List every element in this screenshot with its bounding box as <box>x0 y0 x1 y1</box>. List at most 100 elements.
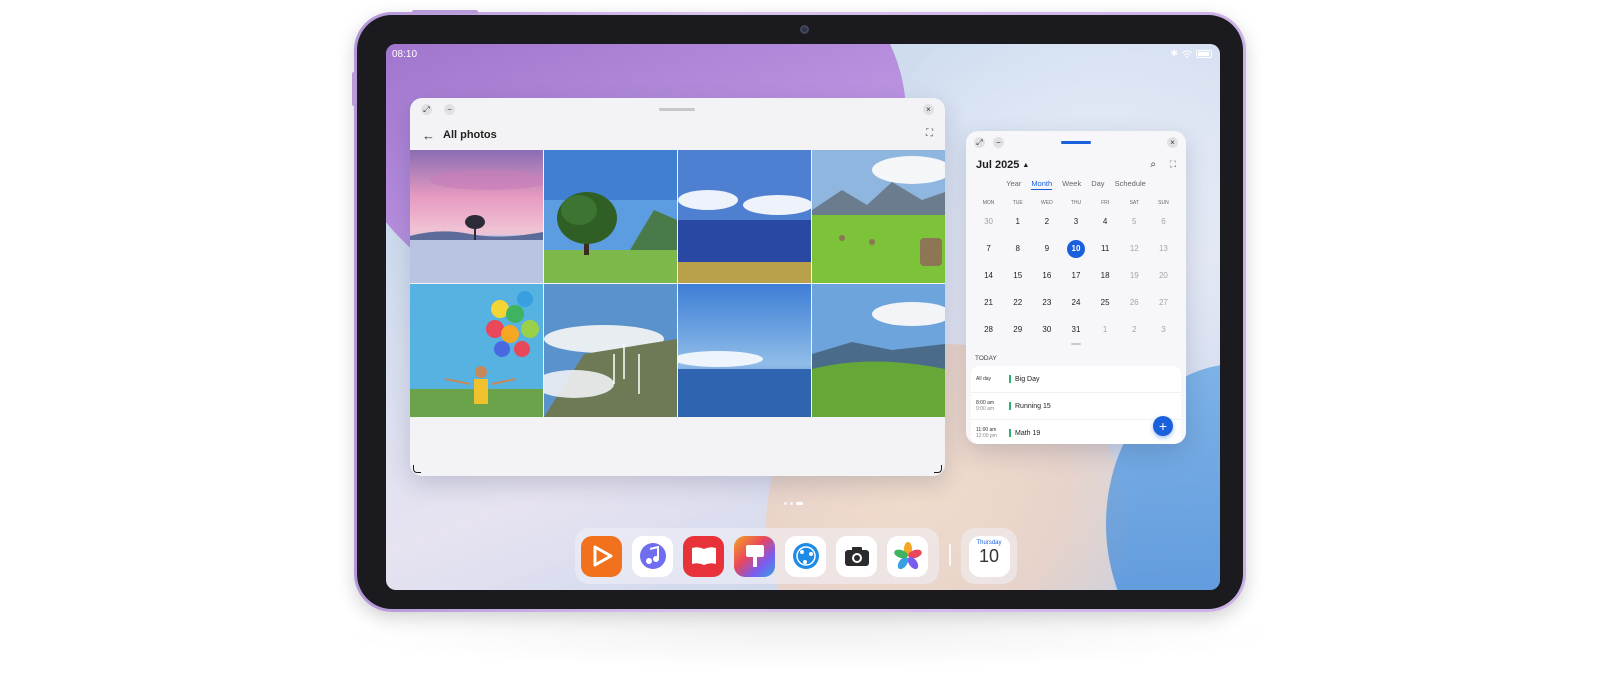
day-cell[interactable]: 22 <box>1003 293 1032 313</box>
event-list: All day Big Day 8:00 am 9:00 am Running 15 11… <box>971 366 1181 444</box>
float-window-icon[interactable]: ⤢ <box>974 137 985 148</box>
day-cell[interactable]: 14 <box>974 266 1003 286</box>
bluetooth-icon: ✱ <box>1170 48 1178 58</box>
tablet-device: 08:10 ✱ ⤢ − × ← All photos ⛶ ⤢ − × Jul 2… <box>352 10 1246 612</box>
photo-sea-and-clouds[interactable] <box>678 150 811 283</box>
photo-ocean-horizon[interactable] <box>678 284 811 417</box>
drag-handle[interactable] <box>1061 141 1091 144</box>
window-title-bar[interactable]: ⤢ − × <box>410 98 945 120</box>
day-cell[interactable]: 29 <box>1003 320 1032 340</box>
day-cell[interactable]: 1 <box>1003 212 1032 232</box>
day-cell[interactable]: 30 <box>974 212 1003 232</box>
day-cell[interactable]: 28 <box>974 320 1003 340</box>
day-cell[interactable]: 25 <box>1091 293 1120 313</box>
day-cell[interactable]: 8 <box>1003 239 1032 259</box>
photo-grid <box>410 150 945 417</box>
gallery-app-icon[interactable] <box>887 535 928 577</box>
float-window-icon[interactable]: ⤢ <box>421 104 432 115</box>
day-cell[interactable]: 24 <box>1061 293 1090 313</box>
fullscreen-icon[interactable]: ⛶ <box>1170 159 1176 170</box>
day-cell[interactable]: 21 <box>974 293 1003 313</box>
caret-up-icon[interactable]: ▲ <box>1022 162 1029 169</box>
tab-day[interactable]: Day <box>1091 179 1104 190</box>
event-title: Running 15 <box>1015 402 1051 410</box>
event-time: All day <box>976 376 992 382</box>
search-icon[interactable]: ⌕ <box>1150 159 1156 170</box>
day-cell[interactable]: 9 <box>1032 239 1061 259</box>
fullscreen-icon[interactable]: ⛶ <box>926 128 933 139</box>
tab-schedule[interactable]: Schedule <box>1115 179 1146 190</box>
day-cell[interactable]: 16 <box>1032 266 1061 286</box>
photo-girl-with-balloons[interactable] <box>410 284 543 417</box>
day-cell[interactable]: 17 <box>1061 266 1090 286</box>
day-cell[interactable]: 5 <box>1120 212 1149 232</box>
event-item[interactable]: All day Big Day <box>971 366 1181 393</box>
tab-year[interactable]: Year <box>1006 179 1021 190</box>
camera-app-icon[interactable] <box>836 535 877 577</box>
bezel: 08:10 ✱ ⤢ − × ← All photos ⛶ ⤢ − × Jul 2… <box>357 15 1243 609</box>
add-event-button[interactable]: + <box>1153 416 1173 436</box>
home-screen: 08:10 ✱ ⤢ − × ← All photos ⛶ ⤢ − × Jul 2… <box>386 44 1220 590</box>
day-cell[interactable]: 3 <box>1149 320 1178 340</box>
day-cell[interactable]: 4 <box>1091 212 1120 232</box>
photo-wind-turbines-clouds[interactable] <box>544 284 677 417</box>
minimize-icon[interactable]: − <box>993 137 1004 148</box>
day-cell[interactable]: 6 <box>1149 212 1178 232</box>
window-title-bar[interactable]: ⤢ − × <box>966 131 1186 153</box>
tab-month[interactable]: Month <box>1031 179 1053 190</box>
back-arrow-icon[interactable]: ← <box>422 128 435 143</box>
photos-header: ← All photos ⛶ <box>410 120 945 150</box>
page-title: All photos <box>443 129 497 141</box>
power-button <box>352 72 356 106</box>
resize-handle-left[interactable] <box>413 465 421 473</box>
day-cell[interactable]: 2 <box>1120 320 1149 340</box>
calendar-app-icon[interactable]: Thursday 10 <box>968 535 1010 577</box>
product-stage: 08:10 ✱ ⤢ − × ← All photos ⛶ ⤢ − × Jul 2… <box>0 0 1600 682</box>
day-cell[interactable]: 27 <box>1149 293 1178 313</box>
day-cell[interactable]: 15 <box>1003 266 1032 286</box>
music-app-icon[interactable] <box>632 535 673 577</box>
close-icon[interactable]: × <box>1167 137 1178 148</box>
browser-app-icon[interactable] <box>785 535 826 577</box>
day-cell-today[interactable]: 10 <box>1061 239 1090 259</box>
day-cell[interactable]: 19 <box>1120 266 1149 286</box>
resize-handle-right[interactable] <box>934 465 942 473</box>
photo-hay-bales-mountains[interactable] <box>812 150 945 283</box>
calendar-window: ⤢ − × Jul 2025 ▲ ⌕ ⛶ Year Month Week Day Sch… <box>966 131 1186 444</box>
close-icon[interactable]: × <box>923 104 934 115</box>
tab-week[interactable]: Week <box>1062 179 1081 190</box>
day-cell[interactable]: 7 <box>974 239 1003 259</box>
day-cell[interactable]: 31 <box>1061 320 1090 340</box>
month-label[interactable]: Jul 2025 <box>976 159 1019 171</box>
video-app-icon[interactable] <box>581 535 622 577</box>
day-cell[interactable]: 3 <box>1061 212 1090 232</box>
event-item[interactable]: 11:00 am 12:00 pm Math 19 <box>971 420 1181 444</box>
view-tabs: Year Month Week Day Schedule <box>966 179 1186 190</box>
drag-handle[interactable] <box>659 108 695 111</box>
day-cell[interactable]: 1 <box>1091 320 1120 340</box>
page-dot[interactable] <box>784 502 787 505</box>
day-cell[interactable]: 20 <box>1149 266 1178 286</box>
themes-app-icon[interactable] <box>734 535 775 577</box>
day-cell[interactable]: 26 <box>1120 293 1149 313</box>
day-cell[interactable]: 30 <box>1032 320 1061 340</box>
event-color-bar <box>1009 402 1011 410</box>
section-label: TODAY <box>975 355 997 362</box>
photo-lake-tree-sunset[interactable] <box>410 150 543 283</box>
day-cell[interactable]: 11 <box>1091 239 1120 259</box>
photo-tree-in-meadow[interactable] <box>544 150 677 283</box>
books-app-icon[interactable] <box>683 535 724 577</box>
expand-handle[interactable] <box>1071 343 1081 345</box>
calendar-app-day: 10 <box>978 545 1000 566</box>
day-cell[interactable]: 13 <box>1149 239 1178 259</box>
event-item[interactable]: 8:00 am 9:00 am Running 15 <box>971 393 1181 420</box>
day-cell[interactable]: 12 <box>1120 239 1149 259</box>
day-cell[interactable]: 23 <box>1032 293 1061 313</box>
page-dot-active[interactable] <box>796 502 803 505</box>
minimize-icon[interactable]: − <box>444 104 455 115</box>
photo-green-hills[interactable] <box>812 284 945 417</box>
day-cell[interactable]: 18 <box>1091 266 1120 286</box>
wifi-icon <box>1182 50 1192 58</box>
page-dot[interactable] <box>790 502 793 505</box>
day-cell[interactable]: 2 <box>1032 212 1061 232</box>
